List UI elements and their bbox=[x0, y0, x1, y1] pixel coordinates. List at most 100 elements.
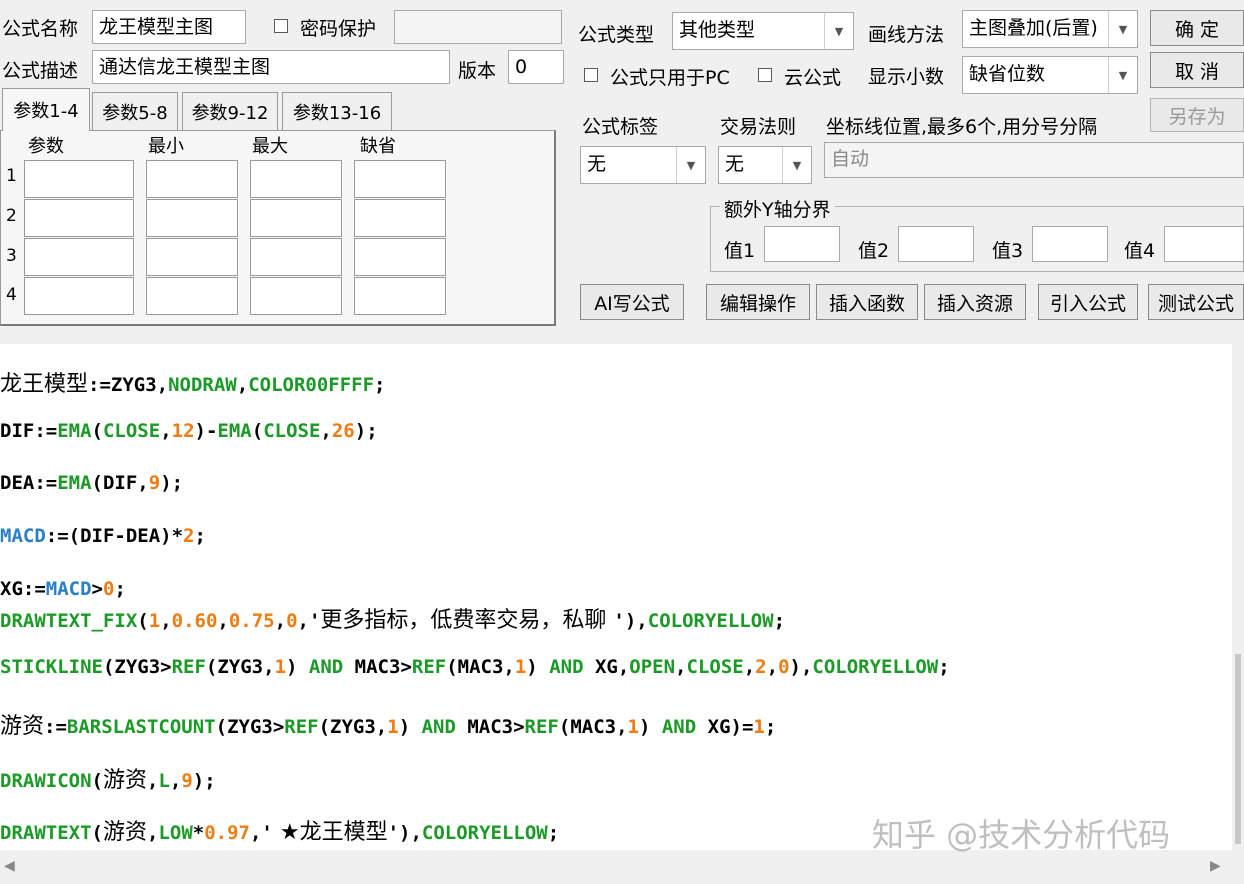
param-cell-input[interactable] bbox=[250, 238, 342, 276]
edit-operation-button[interactable]: 编辑操作 bbox=[706, 284, 810, 320]
code-token: '), bbox=[387, 822, 422, 844]
code-token: , bbox=[169, 770, 182, 792]
code-token: DEA:= bbox=[0, 472, 58, 494]
code-token: 26 bbox=[331, 420, 355, 442]
code-line: DRAWTEXT(游资,LOW*0.97,' ★龙王模型'),COLORYELL… bbox=[0, 814, 559, 846]
code-token: MAC3> bbox=[455, 716, 525, 738]
pc-only-label: 公式只用于PC bbox=[610, 67, 730, 89]
param-cell-input[interactable] bbox=[354, 238, 446, 276]
scrollbar-thumb[interactable] bbox=[1235, 654, 1241, 844]
param-cell-input[interactable] bbox=[24, 238, 134, 276]
code-token: EMA bbox=[57, 472, 92, 494]
code-token: ; bbox=[547, 822, 560, 844]
code-token: ; bbox=[374, 374, 386, 396]
code-line: DEA:=EMA(DIF,9); bbox=[0, 472, 183, 494]
code-line: DRAWTEXT_FIX(1,0.60,0.75,0,'更多指标，低费率交易，私… bbox=[0, 602, 785, 634]
formula-tag-select[interactable]: 无 ▼ bbox=[580, 146, 706, 184]
param-cell-input[interactable] bbox=[146, 238, 238, 276]
code-token: 9 bbox=[181, 770, 193, 792]
version-input[interactable]: 0 bbox=[508, 50, 564, 84]
chevron-down-icon[interactable]: ▼ bbox=[676, 147, 705, 183]
code-token: , bbox=[274, 610, 287, 632]
param-cell-input[interactable] bbox=[24, 199, 134, 237]
code-token: BARSLASTCOUNT bbox=[66, 716, 216, 738]
code-token: L bbox=[158, 770, 170, 792]
pc-only-checkbox[interactable] bbox=[584, 68, 598, 82]
coord-line-input[interactable]: 自动 bbox=[824, 142, 1244, 178]
code-token: (MAC3, bbox=[446, 656, 515, 678]
code-token: MACD bbox=[0, 525, 46, 547]
yaxis-value1-label: 值1 bbox=[724, 240, 756, 262]
code-token: EMA bbox=[57, 420, 92, 442]
param-cell-input[interactable] bbox=[354, 160, 446, 198]
formula-name-input[interactable]: 龙王模型主图 bbox=[92, 10, 246, 44]
param-cell-input[interactable] bbox=[250, 277, 342, 315]
chevron-down-icon[interactable]: ▼ bbox=[1108, 57, 1137, 93]
tab-params-1-4[interactable]: 参数1-4 bbox=[2, 88, 90, 131]
yaxis-value2-input[interactable] bbox=[898, 226, 974, 262]
trade-rule-value: 无 bbox=[725, 153, 745, 175]
code-token: ; bbox=[773, 610, 786, 632]
param-cell-input[interactable] bbox=[146, 199, 238, 237]
chevron-down-icon[interactable]: ▼ bbox=[1108, 11, 1137, 47]
param-header-max: 最大 bbox=[252, 136, 288, 157]
formula-type-select[interactable]: 其他类型 ▼ bbox=[672, 12, 854, 50]
vertical-scrollbar[interactable] bbox=[1232, 344, 1244, 850]
formula-name-label: 公式名称 bbox=[2, 18, 79, 40]
tab-params-9-12[interactable]: 参数9-12 bbox=[182, 92, 278, 130]
param-cell-input[interactable] bbox=[24, 277, 134, 315]
password-input[interactable] bbox=[394, 10, 562, 44]
horizontal-scrollbar[interactable]: ◀ ▶ bbox=[0, 852, 1232, 884]
code-token: (MAC3, bbox=[558, 716, 628, 738]
param-cell-input[interactable] bbox=[146, 160, 238, 198]
param-cell-input[interactable] bbox=[250, 199, 342, 237]
insert-function-button[interactable]: 插入函数 bbox=[816, 284, 918, 320]
param-header-default: 缺省 bbox=[360, 136, 396, 157]
param-cell-input[interactable] bbox=[250, 160, 342, 198]
yaxis-value4-input[interactable] bbox=[1164, 226, 1244, 262]
code-editor[interactable]: 龙王模型:=ZYG3,NODRAW,COLOR00FFFF; DIF:=EMA(C… bbox=[0, 344, 1232, 850]
code-token: ); bbox=[160, 472, 184, 494]
tab-params-5-8[interactable]: 参数5-8 bbox=[92, 92, 178, 130]
chevron-down-icon[interactable]: ▼ bbox=[782, 147, 811, 183]
decimals-select[interactable]: 缺省位数 ▼ bbox=[962, 56, 1138, 94]
yaxis-group-label: 额外Y轴分界 bbox=[720, 195, 835, 222]
param-cell-input[interactable] bbox=[354, 277, 446, 315]
test-formula-button[interactable]: 测试公式 bbox=[1148, 284, 1244, 320]
scroll-right-icon[interactable]: ▶ bbox=[1210, 858, 1221, 874]
param-header-min: 最小 bbox=[148, 136, 184, 157]
insert-resource-button[interactable]: 插入资源 bbox=[924, 284, 1026, 320]
tab-params-13-16[interactable]: 参数13-16 bbox=[282, 92, 392, 130]
cloud-formula-checkbox[interactable] bbox=[758, 68, 772, 82]
formula-type-label: 公式类型 bbox=[578, 24, 655, 46]
formula-desc-input[interactable]: 通达信龙王模型主图 bbox=[92, 50, 450, 84]
code-token: 0 bbox=[102, 578, 115, 600]
param-cell-input[interactable] bbox=[354, 199, 446, 237]
version-label: 版本 bbox=[458, 60, 497, 82]
yaxis-value1-input[interactable] bbox=[764, 226, 840, 262]
cancel-button[interactable]: 取 消 bbox=[1150, 52, 1244, 88]
draw-method-select[interactable]: 主图叠加(后置) ▼ bbox=[962, 10, 1138, 48]
trade-rule-select[interactable]: 无 ▼ bbox=[718, 146, 812, 184]
code-token: :=ZYG3, bbox=[88, 374, 169, 396]
code-token: ), bbox=[789, 656, 813, 678]
formula-tag-value: 无 bbox=[587, 153, 607, 175]
yaxis-value4-label: 值4 bbox=[1124, 240, 1156, 262]
ok-button[interactable]: 确 定 bbox=[1150, 10, 1244, 46]
save-as-button[interactable]: 另存为 bbox=[1150, 98, 1244, 132]
code-token: := bbox=[44, 716, 67, 738]
code-token: 2 bbox=[755, 656, 767, 678]
param-cell-input[interactable] bbox=[146, 277, 238, 315]
yaxis-value3-input[interactable] bbox=[1032, 226, 1108, 262]
param-cell-input[interactable] bbox=[24, 160, 134, 198]
import-formula-button[interactable]: 引入公式 bbox=[1038, 284, 1138, 320]
code-token: 0.75 bbox=[228, 610, 275, 632]
code-token: , bbox=[160, 420, 172, 442]
chevron-down-icon[interactable]: ▼ bbox=[824, 13, 853, 49]
code-token: 1 bbox=[274, 656, 287, 678]
yaxis-value3-label: 值3 bbox=[992, 240, 1024, 262]
ai-formula-button[interactable]: AI写公式 bbox=[580, 284, 684, 320]
scroll-left-icon[interactable]: ◀ bbox=[4, 858, 15, 874]
password-checkbox[interactable] bbox=[274, 19, 288, 33]
code-token: COLORYELLOW bbox=[812, 656, 939, 678]
